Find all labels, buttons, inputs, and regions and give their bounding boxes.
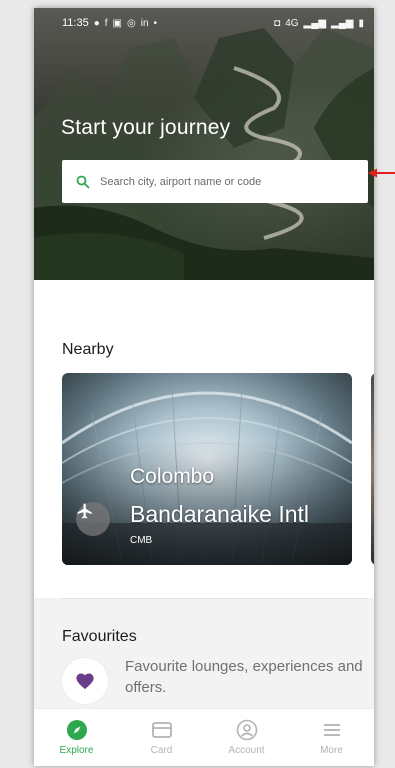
signal-2-icon: ▂▄▆ (331, 17, 354, 29)
nearby-airport-name: Bandaranaike Intl (130, 501, 310, 527)
nearby-airport-code: CMB (130, 535, 153, 546)
heart-icon (76, 673, 94, 690)
annotation-arrow-icon (368, 168, 395, 178)
nav-more-label: More (320, 745, 343, 756)
bottom-nav: Explore Card Account More (34, 708, 374, 766)
nav-card-label: Card (150, 745, 173, 756)
plane-icon (77, 503, 92, 519)
nav-explore-label: Explore (59, 745, 94, 756)
instagram-icon: ◎ (127, 17, 136, 29)
nav-explore[interactable]: Explore (37, 719, 117, 756)
search-input[interactable] (100, 175, 350, 188)
nav-account-label: Account (228, 745, 265, 756)
status-bar: 11:35 ● f ▣ ◎ in • ◘ 4G ▂▄▆ ▂▄▆ ▮ (34, 8, 374, 38)
nearby-next-card[interactable] (371, 373, 374, 565)
favourites-section: Favourites Favourite lounges, experience… (34, 598, 374, 708)
signal-icon: ▂▄▆ (303, 17, 327, 29)
nav-account[interactable]: Account (207, 719, 287, 756)
hero-banner: 11:35 ● f ▣ ◎ in • ◘ 4G ▂▄▆ ▂▄▆ ▮ Start … (34, 8, 374, 280)
favourites-title: Favourites (62, 628, 137, 645)
search-bar[interactable] (62, 160, 368, 203)
battery-icon: ▮ (358, 17, 364, 29)
alarm-icon: ◘ (274, 17, 281, 29)
status-time: 11:35 (62, 17, 89, 29)
mountain-road-background (34, 28, 374, 280)
nav-more[interactable]: More (292, 719, 372, 756)
search-icon (76, 175, 90, 188)
linkedin-icon: in (140, 17, 149, 29)
divider (62, 598, 368, 599)
favourites-message: Favourite lounges, experiences and offer… (125, 658, 363, 696)
phone-screen: 11:35 ● f ▣ ◎ in • ◘ 4G ▂▄▆ ▂▄▆ ▮ Start … (34, 8, 374, 766)
hero-title: Start your journey (61, 116, 231, 139)
nearby-city: Colombo (130, 465, 215, 488)
nearby-airport-card[interactable]: Colombo Bandaranaike Intl CMB (62, 373, 352, 565)
favourites-badge (62, 658, 108, 704)
menu-icon (323, 724, 340, 736)
dot-icon: • (153, 17, 158, 29)
nearby-title: Nearby (62, 341, 114, 358)
status-bar-left: 11:35 ● f ▣ ◎ in • (62, 17, 157, 29)
compass-icon (66, 720, 87, 740)
plane-badge (76, 502, 110, 536)
nav-card[interactable]: Card (122, 719, 202, 756)
messenger-icon: ● (93, 17, 100, 29)
status-bar-right: ◘ 4G ▂▄▆ ▂▄▆ ▮ (274, 18, 364, 29)
card-icon (151, 722, 172, 738)
account-icon (236, 719, 257, 741)
gallery-icon: ▣ (112, 17, 122, 29)
facebook-icon: f (104, 17, 108, 29)
network-4g-icon: 4G (285, 17, 299, 29)
